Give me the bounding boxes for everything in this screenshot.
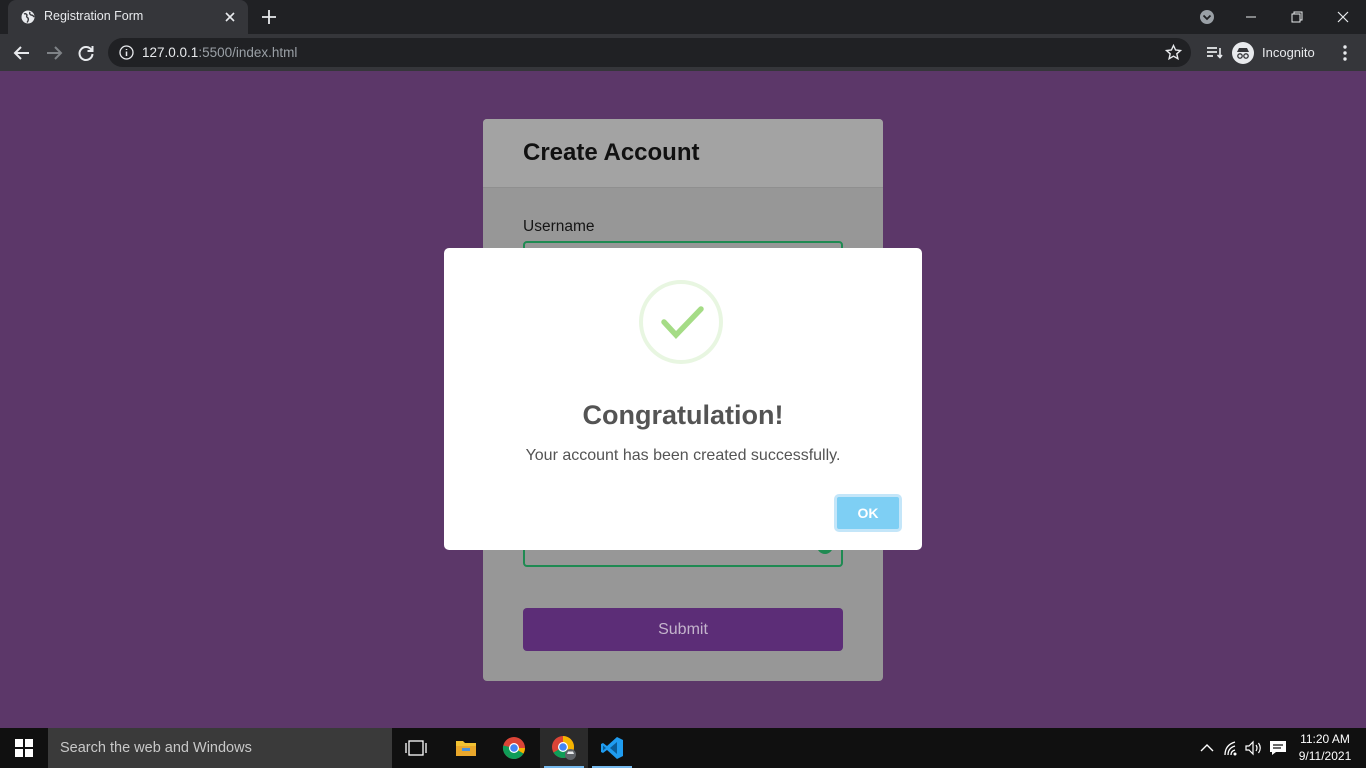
file-explorer-button[interactable] [442, 728, 490, 768]
taskbar-search-box[interactable]: Search the web and Windows [48, 728, 392, 768]
submit-button[interactable]: Submit [523, 608, 843, 651]
close-window-button[interactable] [1320, 0, 1366, 34]
wifi-icon[interactable] [1222, 738, 1242, 758]
close-tab-icon[interactable] [222, 9, 238, 25]
restore-icon [1291, 11, 1303, 23]
system-clock[interactable]: 11:20 AM 9/11/2021 [1292, 731, 1358, 765]
new-tab-icon[interactable] [260, 8, 278, 26]
reload-icon[interactable] [76, 43, 96, 63]
task-view-icon [405, 740, 427, 756]
notifications-icon[interactable] [1268, 738, 1288, 758]
username-label: Username [523, 218, 595, 235]
search-placeholder: Search the web and Windows [60, 740, 252, 756]
chrome-button[interactable] [490, 728, 538, 768]
more-menu-icon[interactable] [1335, 43, 1355, 63]
task-view-button[interactable] [392, 728, 440, 768]
chrome-incognito-button[interactable] [540, 728, 588, 768]
success-modal: Congratulation! Your account has been cr… [444, 248, 922, 550]
forward-arrow-icon[interactable] [44, 43, 64, 63]
close-icon [1337, 11, 1349, 23]
start-button[interactable] [0, 728, 48, 768]
windows-taskbar: Search the web and Windows 11:20 AM 9/11… [0, 728, 1366, 768]
url-path: :5500/index.html [198, 45, 298, 60]
restore-button[interactable] [1274, 0, 1320, 34]
vscode-icon [601, 737, 623, 759]
url-host: 127.0.0.1 [142, 45, 199, 60]
reading-list-icon[interactable] [1204, 43, 1224, 63]
success-check-icon [639, 280, 723, 364]
url-text: 127.0.0.1:5500/index.html [142, 45, 297, 60]
browser-tab-bar: Registration Form [0, 0, 1366, 34]
clock-date: 9/11/2021 [1298, 749, 1352, 763]
bookmark-star-icon[interactable] [1165, 44, 1182, 61]
globe-icon [21, 10, 35, 24]
modal-title: Congratulation! [582, 400, 784, 430]
show-hidden-icons-chevron-icon[interactable] [1197, 738, 1217, 758]
back-arrow-icon[interactable] [12, 43, 32, 63]
card-header: Create Account [483, 119, 883, 188]
minimize-icon [1246, 16, 1256, 18]
ok-button[interactable]: OK [834, 494, 902, 532]
chrome-incognito-icon [552, 736, 576, 760]
volume-icon[interactable] [1244, 738, 1264, 758]
incognito-icon [1232, 41, 1254, 64]
tab-search-button[interactable] [1184, 0, 1230, 34]
minimize-button[interactable] [1228, 0, 1274, 34]
clock-time: 11:20 AM [1300, 732, 1350, 746]
windows-logo-icon [15, 739, 33, 757]
vscode-button[interactable] [588, 728, 636, 768]
browser-toolbar: 127.0.0.1:5500/index.html Incognito [0, 34, 1366, 71]
incognito-profile-button[interactable]: Incognito [1232, 39, 1315, 66]
chrome-icon [502, 737, 525, 759]
modal-message: Your account has been created successful… [525, 447, 841, 464]
folder-icon [456, 741, 476, 756]
incognito-label: Incognito [1262, 45, 1315, 60]
chevron-down-icon [1200, 10, 1214, 24]
page-title: Create Account [523, 139, 700, 166]
info-icon[interactable] [119, 45, 134, 60]
browser-tab[interactable]: Registration Form [8, 0, 248, 34]
tab-title: Registration Form [44, 9, 144, 23]
address-bar[interactable]: 127.0.0.1:5500/index.html [108, 38, 1191, 67]
